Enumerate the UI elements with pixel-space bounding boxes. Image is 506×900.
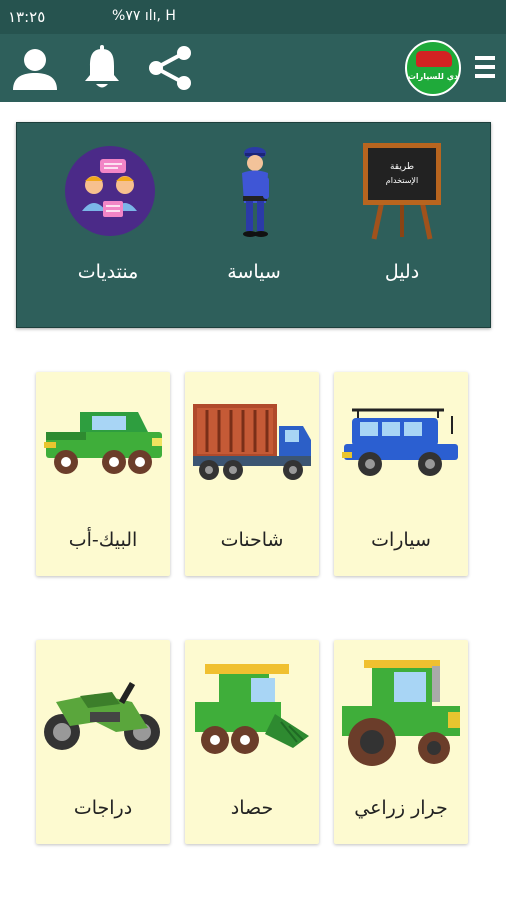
category-label: جرار زراعي [354,797,448,819]
chalkboard-icon: طريقة الإستخدام [363,143,441,240]
app-logo: دي للسيارات [405,40,461,96]
battery-level: %٧٧ ılı, H [112,8,176,24]
jeep-icon [342,408,458,476]
category-label: شاحنات [220,529,284,551]
share-icon[interactable] [146,44,194,92]
harvester-icon [195,664,309,754]
policy-label: سياسة [227,261,281,283]
category-card-trucks[interactable]: شاحنات [185,372,319,576]
guide-button[interactable]: طريقة الإستخدام دليل [327,123,477,329]
svg-text:الإستخدام: الإستخدام [386,176,418,186]
forums-button[interactable]: منتديات [33,123,183,329]
category-card-tractor[interactable]: جرار زراعي [334,640,468,844]
person-icon[interactable] [12,46,58,92]
category-label: حصاد [230,797,274,819]
truck-icon [193,404,311,480]
logo-text: دي للسيارات [407,72,459,81]
bell-icon[interactable] [82,44,122,90]
category-card-cars[interactable]: سيارات [334,372,468,576]
pickup-truck-icon [44,412,162,474]
category-label: سيارات [371,529,431,551]
car-logo-icon [416,51,452,67]
status-bar: ١٣:٢٥ %٧٧ ılı, H [0,0,506,34]
forums-icon [65,146,155,236]
category-label: البيك-أب [68,529,138,551]
category-card-harvester[interactable]: حصاد [185,640,319,844]
top-panel: طريقة الإستخدام دليل سياسة منتديات [16,122,491,328]
forums-label: منتديات [77,261,139,283]
motorcycle-icon [44,681,160,750]
tractor-icon [342,660,460,766]
menu-icon[interactable] [474,54,496,80]
app-bar: دي للسيارات [0,34,506,102]
battery-text: %٧٧ [112,8,141,24]
category-card-pickup[interactable]: البيك-أب [36,372,170,576]
status-time: ١٣:٢٥ [8,8,46,26]
signal-icon: ılı, H [144,8,176,24]
category-label: دراجات [73,797,133,819]
police-officer-icon [242,147,269,237]
policy-button[interactable]: سياسة [179,123,329,329]
guide-label: دليل [384,261,420,283]
board-text: طريقة [390,162,414,172]
category-card-motorcycles[interactable]: دراجات [36,640,170,844]
